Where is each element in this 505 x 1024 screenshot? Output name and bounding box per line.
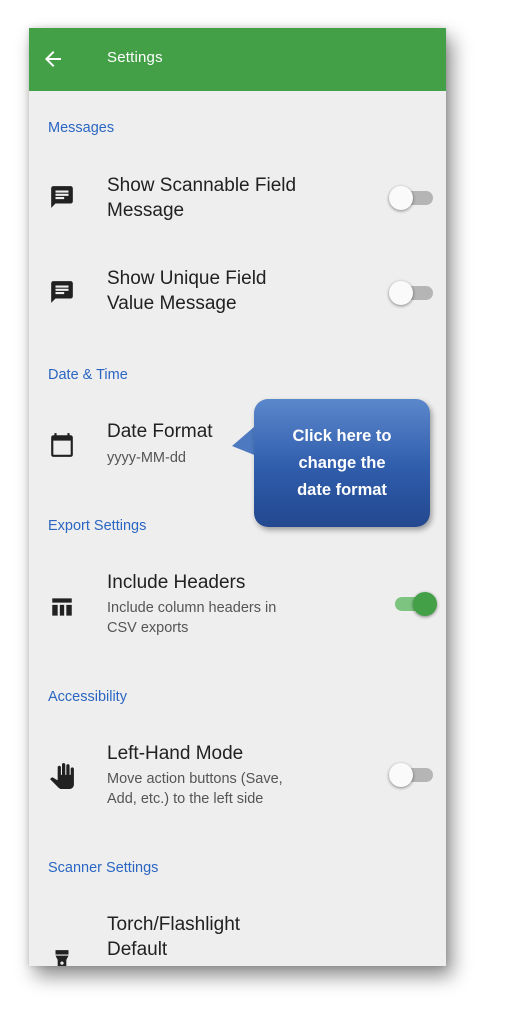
setting-title-line: Default xyxy=(107,939,168,960)
unique-message-toggle[interactable] xyxy=(389,281,437,305)
setting-title-line: Show Unique Field xyxy=(107,268,267,289)
setting-title-line: Message xyxy=(107,200,185,221)
scannable-message-toggle[interactable] xyxy=(389,186,437,210)
left-hand-mode-toggle[interactable] xyxy=(389,763,437,787)
setting-description-line: Add, etc.) to the left side xyxy=(107,791,264,807)
toggle-thumb xyxy=(389,281,413,305)
setting-title-line: Show Scannable Field xyxy=(107,175,297,196)
toggle-thumb xyxy=(413,592,437,616)
callout-line: change the xyxy=(298,453,386,472)
setting-description-line: Move action buttons (Save, xyxy=(107,771,283,787)
date-format-callout: Click here to change the date format xyxy=(254,399,430,527)
include-headers-toggle[interactable] xyxy=(389,592,437,616)
arrow-left-icon[interactable] xyxy=(41,47,65,71)
calendar-icon xyxy=(51,433,73,457)
message-icon xyxy=(51,186,73,208)
toggle-thumb xyxy=(389,763,413,787)
setting-title-line: Value Message xyxy=(107,293,237,314)
hand-icon xyxy=(50,763,74,789)
setting-row-torch-default[interactable]: Torch/Flashlight Default xyxy=(29,910,446,966)
callout-line: Click here to xyxy=(292,426,392,445)
section-header-export-settings: Export Settings xyxy=(48,518,147,534)
section-header-scanner-settings: Scanner Settings xyxy=(48,860,159,876)
setting-title: Left-Hand Mode xyxy=(107,743,244,764)
section-header-messages: Messages xyxy=(48,120,115,136)
callout-text: Click here to change the date format xyxy=(267,423,417,504)
toggle-thumb xyxy=(389,186,413,210)
page-title: Settings xyxy=(107,49,163,66)
app-bar: Settings xyxy=(29,28,446,91)
setting-row-unique-field[interactable]: Show Unique Field Value Message xyxy=(29,263,446,353)
section-header-date-time: Date & Time xyxy=(48,367,128,383)
setting-row-scannable-field[interactable]: Show Scannable Field Message xyxy=(29,168,446,258)
setting-row-left-hand-mode[interactable]: Left-Hand Mode Move action buttons (Save… xyxy=(29,739,446,849)
section-header-accessibility: Accessibility xyxy=(48,689,127,705)
flashlight-icon xyxy=(55,950,69,966)
setting-description-line: CSV exports xyxy=(107,620,189,636)
setting-description-line: Include column headers in xyxy=(107,600,277,616)
table-icon xyxy=(52,598,72,616)
setting-row-include-headers[interactable]: Include Headers Include column headers i… xyxy=(29,568,446,678)
message-icon xyxy=(51,281,73,303)
callout-line: date format xyxy=(297,480,387,499)
setting-title: Include Headers xyxy=(107,572,246,593)
setting-title-line: Torch/Flashlight xyxy=(107,914,241,935)
